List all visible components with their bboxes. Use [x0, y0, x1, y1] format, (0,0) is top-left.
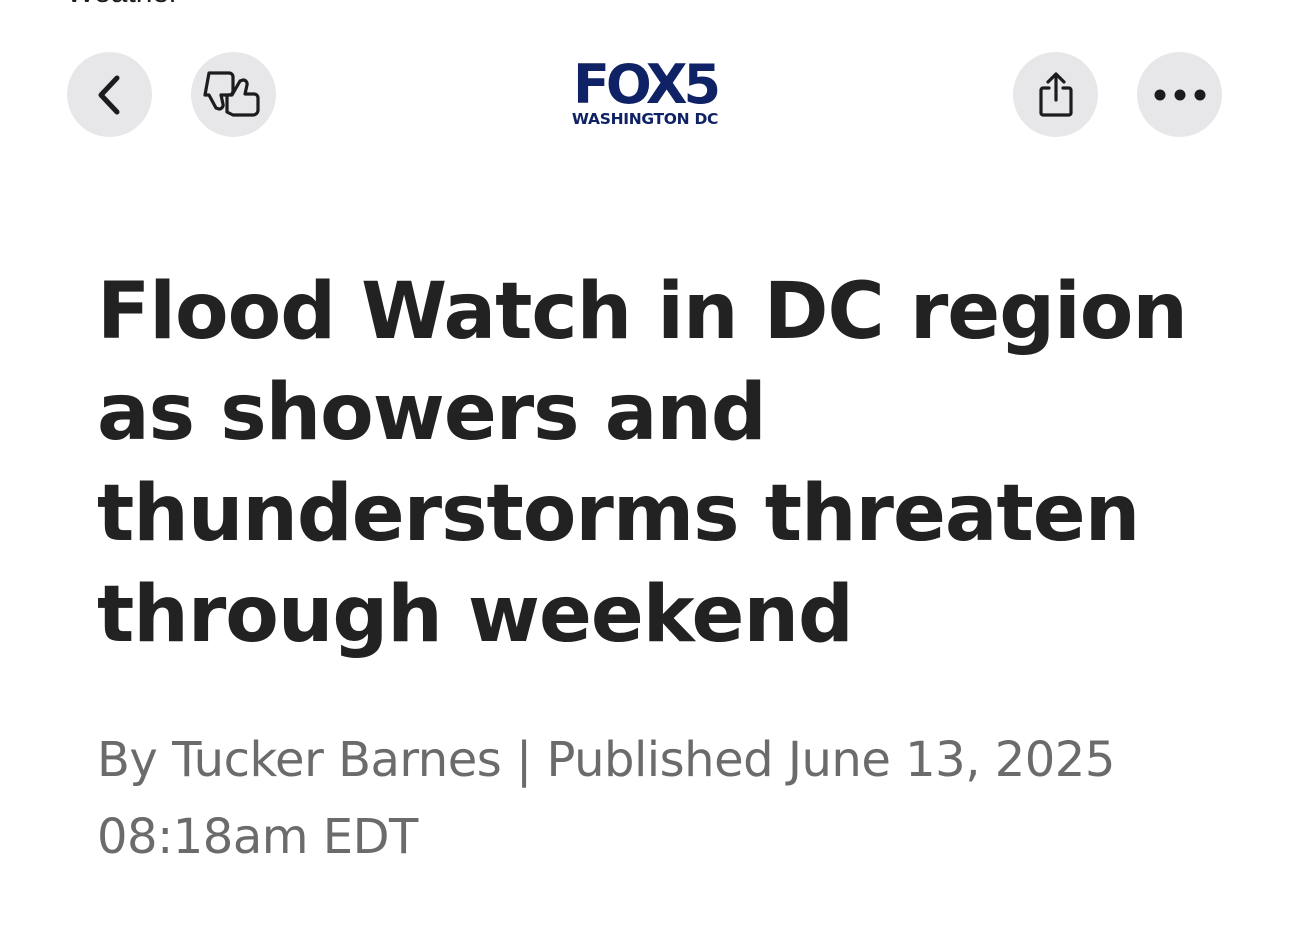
published-label: Published [546, 732, 774, 788]
published-time: 08:18am EDT [97, 809, 418, 865]
article-byline: By Tucker Barnes | Published June 13, 20… [97, 722, 1247, 876]
ellipsis-icon [1152, 88, 1208, 102]
byline-separator: | [516, 732, 532, 788]
published-date: June 13, 2025 [787, 732, 1116, 788]
section-breadcrumb[interactable]: ‹ Weather [48, 0, 179, 10]
author-prefix: By [97, 732, 158, 788]
share-icon [1036, 71, 1076, 119]
more-options-button[interactable] [1137, 52, 1222, 137]
headline-line: thunderstorms threaten [97, 469, 1140, 559]
headline-line: Flood Watch in DC region [97, 267, 1188, 357]
author-name[interactable]: Tucker Barnes [172, 732, 502, 788]
headline-line: through weekend [97, 570, 854, 660]
chevron-left-icon [93, 74, 127, 116]
article-headline: Flood Watch in DC region as showers and … [97, 262, 1217, 666]
headline-line: as showers and [97, 368, 767, 458]
reaction-button[interactable] [191, 52, 276, 137]
logo-primary-text: FOX5 [573, 57, 718, 116]
fox5-logo: FOX5 WASHINGTON DC [565, 53, 725, 129]
thumbs-down-up-icon [202, 67, 265, 123]
back-button[interactable] [67, 52, 152, 137]
logo-secondary-text: WASHINGTON DC [572, 110, 718, 128]
share-button[interactable] [1013, 52, 1098, 137]
